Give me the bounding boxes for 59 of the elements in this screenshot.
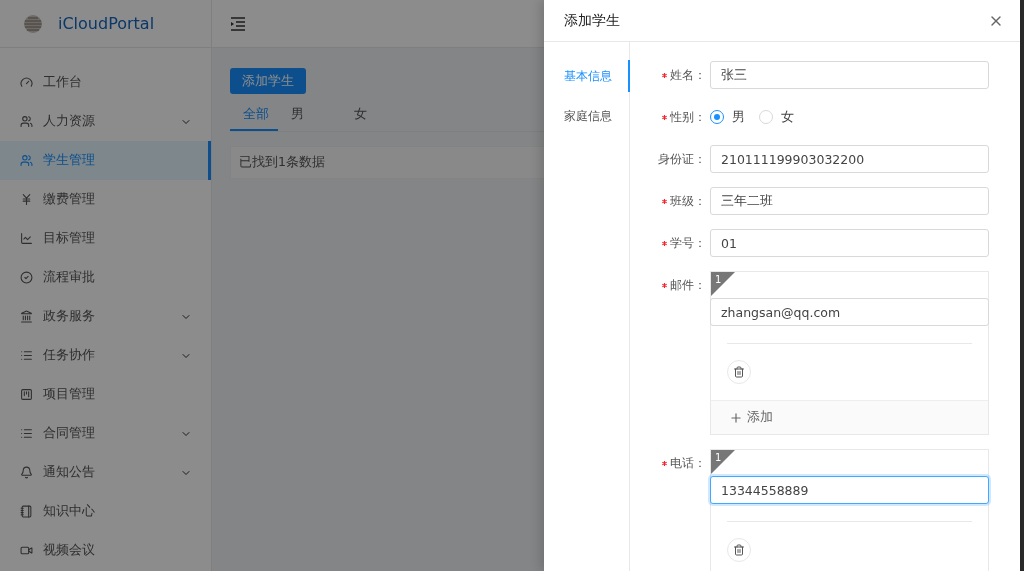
people-icon: [20, 115, 33, 128]
video-icon: [20, 544, 33, 557]
field-label: 班级：: [670, 192, 706, 210]
menu-item[interactable]: 学生管理: [0, 141, 211, 180]
anchor-link[interactable]: 家庭信息: [544, 100, 630, 132]
index-badge: 1: [711, 450, 735, 474]
drawer-title: 添加学生: [564, 11, 620, 30]
list-icon: [20, 349, 33, 362]
menu-item[interactable]: 任务协作: [0, 336, 211, 375]
menu-item[interactable]: 流程审批: [0, 258, 211, 297]
field-label: 姓名：: [670, 66, 706, 84]
logo-icon: [22, 12, 44, 35]
list-icon: [20, 427, 33, 440]
plus-icon: [729, 410, 743, 425]
yen-icon: [20, 193, 33, 206]
radio-option[interactable]: 女: [759, 108, 794, 126]
board-icon: [20, 388, 33, 401]
menu-fold-icon[interactable]: [230, 16, 246, 31]
text-field[interactable]: 01: [710, 229, 989, 257]
add-button[interactable]: 添加: [711, 400, 988, 434]
book-icon: [20, 505, 33, 518]
bank-icon: [20, 310, 33, 323]
menu-item[interactable]: 目标管理: [0, 219, 211, 258]
menu-item[interactable]: 政务服务: [0, 297, 211, 336]
anchor-link[interactable]: 基本信息: [544, 60, 630, 92]
menu-item[interactable]: 工作台: [0, 63, 211, 102]
bell-icon: [20, 466, 33, 479]
text-field[interactable]: 张三: [710, 61, 989, 89]
add-student-button[interactable]: 添加学生: [230, 68, 306, 94]
menu-item[interactable]: 视频会议: [0, 531, 211, 570]
menu-item[interactable]: 人力资源: [0, 102, 211, 141]
menu-item[interactable]: 合同管理: [0, 414, 211, 453]
text-field[interactable]: 210111199903032200: [710, 145, 989, 173]
text-field[interactable]: 13344558889: [710, 476, 989, 504]
text-field[interactable]: 三年二班: [710, 187, 989, 215]
field-label: 身份证：: [658, 150, 706, 168]
field-label: 学号：: [670, 234, 706, 252]
field-label: 性别：: [670, 108, 706, 126]
menu-item[interactable]: 缴费管理: [0, 180, 211, 219]
check-circle-icon: [20, 271, 33, 284]
trash-icon: [733, 366, 745, 378]
menu-item[interactable]: 项目管理: [0, 375, 211, 414]
index-badge: 1: [711, 272, 735, 296]
tab[interactable]: 男: [278, 98, 341, 131]
tab[interactable]: 女: [341, 98, 404, 131]
menu-item[interactable]: 通知公告: [0, 453, 211, 492]
field-label: 邮件：: [670, 276, 706, 294]
menu-item[interactable]: 知识中心: [0, 492, 211, 531]
field-label: 电话：: [670, 454, 706, 472]
gauge-icon: [20, 76, 33, 89]
trash-icon: [733, 544, 745, 556]
brand-name: iCloudPortal: [58, 14, 155, 33]
text-field[interactable]: zhangsan@qq.com: [710, 298, 989, 326]
tab[interactable]: 全部: [230, 98, 278, 131]
people-icon: [20, 154, 33, 167]
delete-button[interactable]: [727, 360, 751, 384]
radio-option[interactable]: 男: [710, 108, 745, 126]
line-chart-icon: [20, 232, 33, 245]
delete-button[interactable]: [727, 538, 751, 562]
